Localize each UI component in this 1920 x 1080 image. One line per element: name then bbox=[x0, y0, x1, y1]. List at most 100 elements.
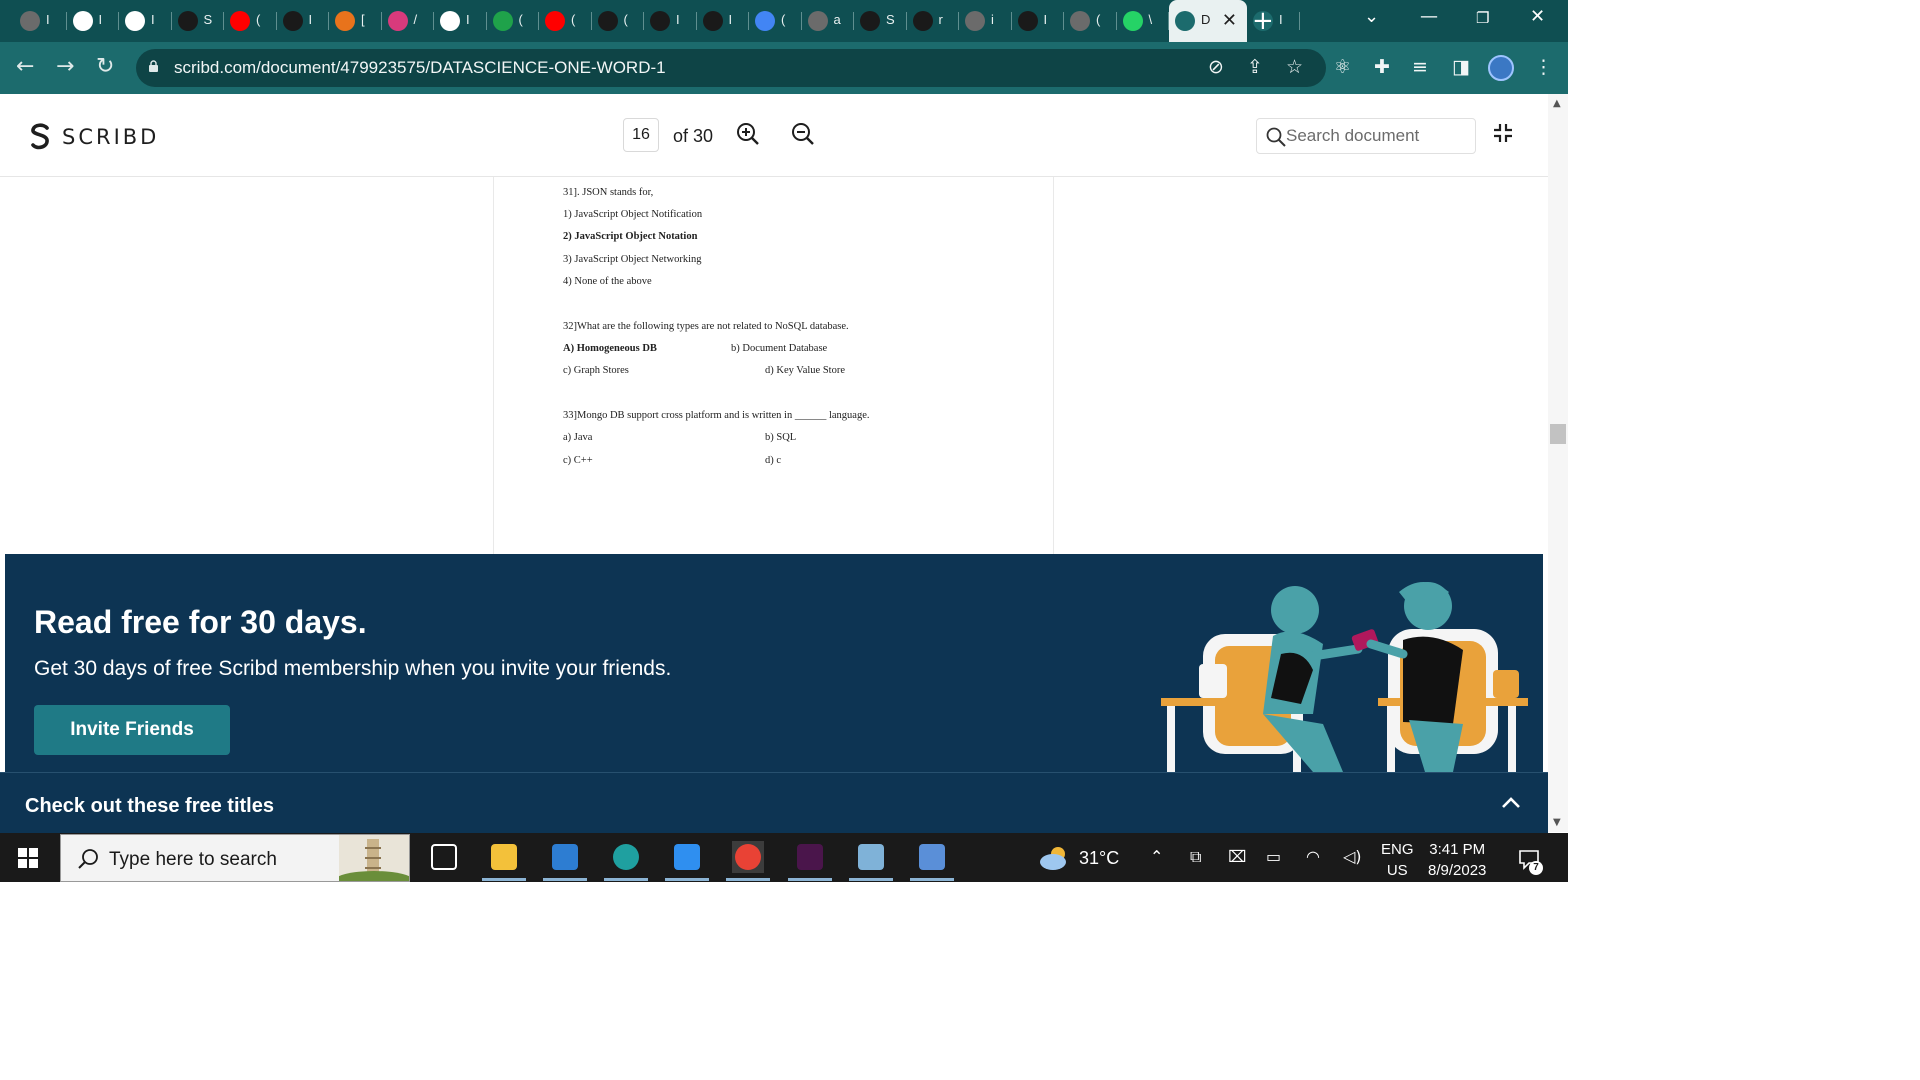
browser-tab[interactable]: r bbox=[907, 0, 959, 42]
document-line: 1) JavaScript Object Notification bbox=[563, 209, 703, 220]
wordpad-icon[interactable] bbox=[910, 841, 954, 881]
side-panel-icon[interactable]: ◨ bbox=[1452, 56, 1470, 78]
vscode-icon[interactable] bbox=[665, 841, 709, 881]
globe-icon bbox=[1070, 11, 1090, 31]
taskbar-search-placeholder: Type here to search bbox=[109, 849, 277, 870]
free-titles-heading: Check out these free titles bbox=[25, 795, 274, 817]
page-scrollbar[interactable]: ▲ ▼ bbox=[1548, 94, 1568, 832]
slack-icon[interactable] bbox=[788, 841, 832, 881]
document-viewer: 31]. JSON stands for, 1) JavaScript Objec… bbox=[0, 177, 1548, 554]
browser-tab[interactable]: I bbox=[119, 0, 172, 42]
browser-tab[interactable]: I bbox=[1012, 0, 1064, 42]
browser-tab[interactable]: I bbox=[14, 0, 67, 42]
document-line: d) Key Value Store bbox=[765, 365, 845, 376]
windows-start-icon[interactable] bbox=[18, 848, 38, 868]
browser-tab-title: ( bbox=[256, 12, 261, 27]
microsoft-store-glyph bbox=[552, 844, 578, 870]
input-language[interactable]: ENG US bbox=[1381, 839, 1414, 881]
browser-tab[interactable]: ( bbox=[1064, 0, 1117, 42]
file-explorer-icon[interactable] bbox=[482, 841, 526, 881]
screen-capture-icon[interactable]: ⌧ bbox=[1228, 847, 1246, 866]
back-button[interactable]: ← bbox=[16, 54, 34, 79]
reload-button[interactable]: ↻ bbox=[96, 54, 114, 79]
browser-tab[interactable]: ( bbox=[487, 0, 539, 42]
browser-tab-title: I bbox=[98, 12, 103, 27]
battery-icon[interactable]: ▭ bbox=[1266, 847, 1281, 866]
react-devtools-icon[interactable]: ⚛ bbox=[1334, 56, 1351, 78]
notification-center-icon[interactable]: 7 bbox=[1517, 847, 1543, 875]
browser-menu-icon[interactable]: ⋮ bbox=[1534, 56, 1553, 78]
free-titles-bar[interactable]: Check out these free titles bbox=[0, 772, 1548, 833]
close-window-button[interactable]: ✕ bbox=[1530, 6, 1545, 27]
document-search[interactable] bbox=[1256, 118, 1476, 154]
browser-tab-title: a bbox=[833, 12, 841, 27]
scroll-up-arrow-icon[interactable]: ▲ bbox=[1553, 98, 1561, 109]
zoom-in-icon[interactable] bbox=[736, 122, 760, 146]
browser-tab[interactable]: I bbox=[277, 0, 329, 42]
clock-date: 8/9/2023 bbox=[1428, 862, 1487, 879]
minimize-button[interactable]: — bbox=[1420, 6, 1438, 27]
browser-tab[interactable]: I bbox=[67, 0, 119, 42]
page-number-input[interactable]: 16 bbox=[623, 118, 659, 152]
browser-tab-title: ( bbox=[571, 12, 576, 27]
share-icon[interactable]: ⇪ bbox=[1247, 56, 1263, 78]
zoom-out-icon[interactable] bbox=[791, 122, 815, 146]
taskbar-search[interactable]: Type here to search bbox=[60, 834, 410, 882]
notepad-icon[interactable] bbox=[849, 841, 893, 881]
reading-friends-illustration bbox=[1161, 582, 1528, 772]
heart-app-icon bbox=[387, 11, 408, 31]
document-line: 2) JavaScript Object Notation bbox=[563, 231, 698, 242]
browser-tab[interactable]: ( bbox=[224, 0, 277, 42]
browser-tab[interactable]: I bbox=[434, 0, 487, 42]
browser-tab[interactable]: S bbox=[172, 0, 224, 42]
show-hidden-icons-chevron-icon[interactable]: ⌃ bbox=[1150, 847, 1163, 866]
browser-tab[interactable]: I bbox=[644, 0, 697, 42]
chrome-icon[interactable] bbox=[726, 841, 770, 881]
browser-tab-title: D bbox=[1201, 12, 1211, 27]
file-explorer-glyph bbox=[491, 844, 517, 870]
browser-tab[interactable]: \ bbox=[1117, 0, 1169, 42]
edge-icon[interactable] bbox=[604, 841, 648, 881]
wifi-icon[interactable]: ◠ bbox=[1306, 847, 1320, 866]
scroll-down-arrow-icon[interactable]: ▼ bbox=[1553, 817, 1561, 828]
close-tab-icon[interactable]: ✕ bbox=[1222, 10, 1237, 31]
browser-tab[interactable]: ( bbox=[749, 0, 802, 42]
browser-tab[interactable]: ( bbox=[592, 0, 644, 42]
new-tab-button[interactable]: + bbox=[1252, 6, 1274, 36]
bookmark-star-icon[interactable]: ☆ bbox=[1286, 56, 1303, 78]
browser-tab-title: ( bbox=[623, 12, 628, 27]
extensions-icon[interactable]: ✚ bbox=[1374, 56, 1390, 78]
browser-tab[interactable]: ( bbox=[539, 0, 592, 42]
tab-search-icon[interactable]: ⌄ bbox=[1364, 6, 1379, 27]
microsoft-store-icon[interactable] bbox=[543, 841, 587, 881]
scrollbar-thumb[interactable] bbox=[1550, 424, 1566, 444]
profile-avatar[interactable] bbox=[1488, 55, 1514, 81]
chevron-up-icon[interactable] bbox=[1500, 795, 1522, 811]
system-clock[interactable]: 3:41 PM 8/9/2023 bbox=[1428, 839, 1486, 881]
weather-temperature[interactable]: 31°C bbox=[1079, 848, 1119, 869]
scribd-logo[interactable]: SCRIBD bbox=[28, 122, 159, 152]
invite-friends-button[interactable]: Invite Friends bbox=[34, 705, 230, 755]
restore-button[interactable]: ❐ bbox=[1476, 9, 1489, 27]
browser-tab[interactable]: a bbox=[802, 0, 854, 42]
meet-now-icon[interactable]: ⧉ bbox=[1190, 847, 1201, 867]
task-view-glyph bbox=[431, 844, 457, 870]
exit-fullscreen-icon[interactable] bbox=[1492, 122, 1514, 144]
task-view-icon[interactable] bbox=[428, 841, 460, 873]
github-icon bbox=[597, 11, 618, 31]
eye-off-icon[interactable]: ⊘ bbox=[1208, 56, 1224, 78]
document-page: 31]. JSON stands for, 1) JavaScript Objec… bbox=[493, 177, 1054, 554]
volume-icon[interactable]: ◁) bbox=[1343, 847, 1362, 866]
address-bar[interactable]: scribd.com/document/479923575/DATASCIENC… bbox=[136, 49, 1326, 87]
browser-tab[interactable]: D ✕ bbox=[1169, 0, 1247, 42]
weather-cloudy-icon bbox=[1040, 847, 1066, 870]
github-icon bbox=[177, 11, 198, 31]
forward-button[interactable]: → bbox=[56, 54, 74, 79]
search-document-input[interactable] bbox=[1286, 125, 1471, 147]
browser-tab[interactable]: I bbox=[697, 0, 749, 42]
reading-list-icon[interactable]: ≡ bbox=[1412, 56, 1428, 78]
browser-tab[interactable]: / bbox=[382, 0, 434, 42]
browser-tab[interactable]: i bbox=[959, 0, 1012, 42]
browser-tab[interactable]: S bbox=[854, 0, 907, 42]
browser-tab[interactable]: [ bbox=[329, 0, 382, 42]
